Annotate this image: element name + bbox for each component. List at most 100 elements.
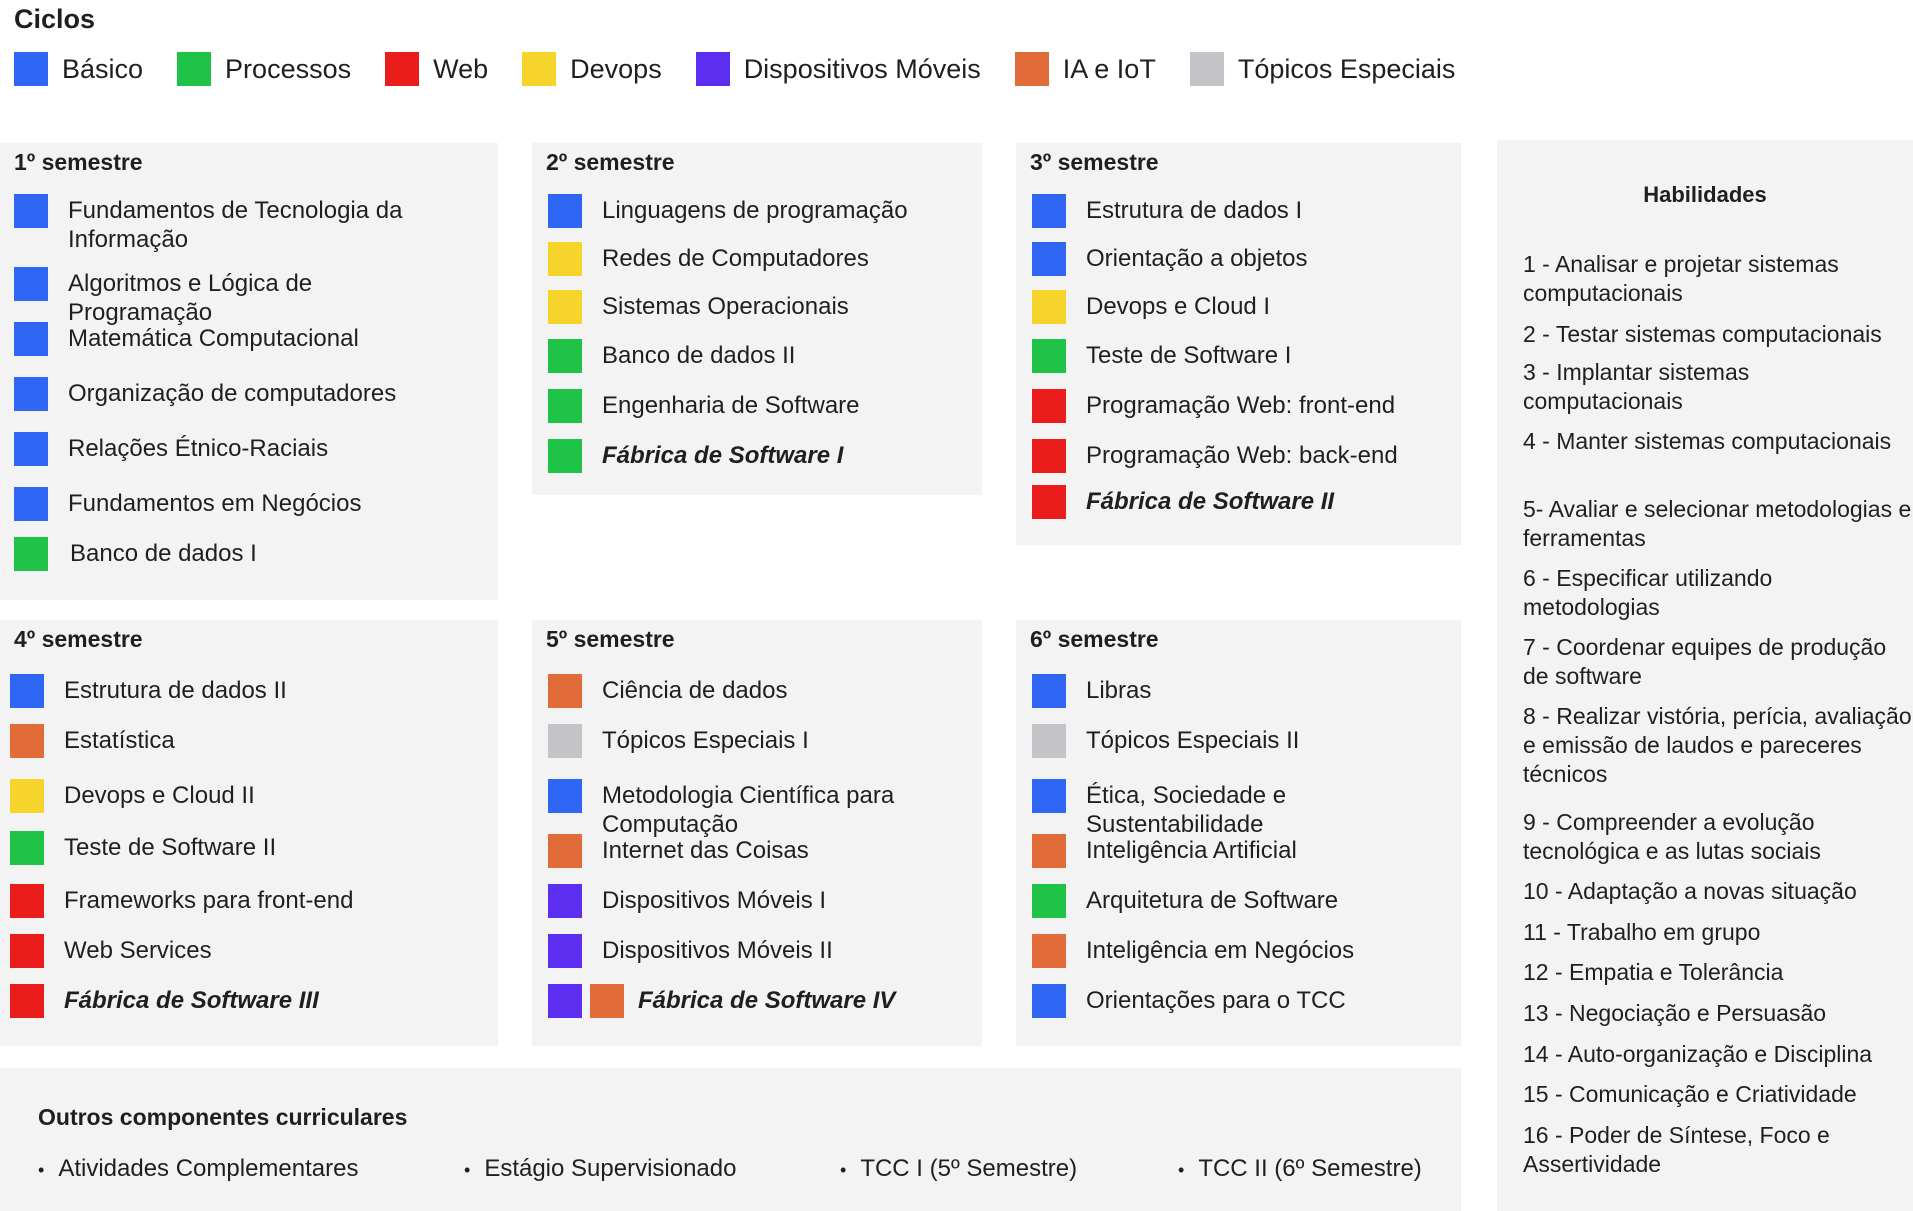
skill-item: 9 - Compreender a evolução tecnológica e…: [1523, 809, 1821, 864]
skill-item: 10 - Adaptação a novas situação: [1523, 878, 1857, 904]
legend-item: Dispositivos Móveis: [695, 52, 981, 86]
course-item: Engenharia de Software: [548, 389, 948, 423]
course-label: Metodologia Científica para Computação: [602, 782, 895, 838]
course-item: Inteligência em Negócios: [1032, 934, 1432, 968]
skill-item: 3 - Implantar sistemas computacionais: [1523, 359, 1750, 414]
legend-label: Web: [433, 53, 489, 84]
course-item: Fábrica de Software II: [1032, 485, 1432, 519]
bullet-icon: •: [38, 1160, 45, 1180]
cycle-color-swatch: [1032, 290, 1066, 324]
color-swatch: [522, 52, 557, 86]
course-item: Banco de dados I: [14, 537, 434, 571]
course-label: Dispositivos Móveis II: [602, 937, 833, 964]
skill-item: 13 - Negociação e Persuasão: [1523, 1000, 1827, 1026]
skill-item: 2 - Testar sistemas computacionais: [1523, 321, 1882, 347]
course-item: Metodologia Científica para Computação: [548, 779, 948, 839]
bullet-icon: •: [840, 1160, 847, 1180]
course-item: Internet das Coisas: [548, 834, 948, 868]
cycle-color-swatch: [1032, 884, 1066, 918]
other-component-label: TCC I (5º Semestre): [860, 1155, 1078, 1182]
course-label: Estrutura de dados I: [1086, 197, 1303, 224]
course-label: Arquitetura de Software: [1086, 887, 1339, 914]
other-component-label: TCC II (6º Semestre): [1198, 1155, 1422, 1182]
cycle-color-swatch: [10, 884, 44, 918]
cycle-color-swatch: [1032, 485, 1066, 519]
legend-item: Web: [385, 52, 488, 86]
course-label: Programação Web: front-end: [1086, 392, 1396, 419]
course-label: Fábrica de Software III: [64, 987, 319, 1014]
skill-item: 1 - Analisar e projetar sistemas computa…: [1523, 251, 1839, 306]
legend-item: Devops: [522, 52, 662, 86]
course-item: Teste de Software I: [1032, 339, 1432, 373]
skill-item: 15 - Comunicação e Criatividade: [1523, 1081, 1857, 1107]
course-label: Banco de dados I: [70, 540, 257, 567]
course-item: Ciência de dados: [548, 674, 948, 708]
course-label: Orientações para o TCC: [1086, 987, 1346, 1014]
cycle-color-swatch: [548, 934, 582, 968]
course-label: Inteligência em Negócios: [1086, 937, 1355, 964]
course-item: Redes de Computadores: [548, 242, 948, 276]
course-item: Fábrica de Software IV: [548, 984, 948, 1018]
course-label: Organização de computadores: [68, 380, 397, 407]
cycle-color-swatch: [14, 194, 48, 228]
other-component-item: • TCC I (5º Semestre): [840, 1155, 1077, 1183]
cycle-color-swatch: [10, 934, 44, 968]
legend-item: IA e IoT: [1014, 52, 1156, 86]
other-component-label: Atividades Complementares: [58, 1155, 359, 1182]
cycle-color-swatch: [1032, 242, 1066, 276]
color-swatch: [177, 52, 212, 86]
cycle-color-swatch: [14, 267, 48, 301]
course-label: Fábrica de Software II: [1086, 488, 1335, 515]
legend-label: Processos: [225, 53, 352, 84]
cycle-color-swatch: [548, 389, 582, 423]
course-label: Engenharia de Software: [602, 392, 860, 419]
course-item: Sistemas Operacionais: [548, 290, 948, 324]
cycle-color-swatch: [1032, 724, 1066, 758]
course-item: Programação Web: back-end: [1032, 439, 1432, 473]
legend-label: Básico: [62, 53, 144, 84]
legend: Básico Processos Web Devops Dispositivos Móv…: [14, 52, 1489, 86]
legend-item: Tópicos Especiais: [1189, 52, 1455, 86]
cycle-color-swatch: [548, 884, 582, 918]
cycle-color-swatch: [1032, 439, 1066, 473]
cycle-color-swatch: [548, 242, 582, 276]
course-item: Web Services: [10, 934, 470, 968]
course-label: Devops e Cloud II: [64, 782, 255, 809]
cycle-color-swatch: [10, 984, 44, 1018]
skill-item: 16 - Poder de Síntese, Foco e Assertivid…: [1523, 1122, 1830, 1177]
legend-title: Ciclos: [14, 4, 96, 34]
cycle-color-swatch: [14, 322, 48, 356]
skill-item: 4 - Manter sistemas computacionais: [1523, 428, 1892, 454]
cycle-color-swatch: [548, 439, 582, 473]
course-label: Inteligência Artificial: [1086, 837, 1297, 864]
course-item: Devops e Cloud I: [1032, 290, 1432, 324]
course-label: Redes de Computadores: [602, 245, 869, 272]
course-item: Fábrica de Software III: [10, 984, 470, 1018]
course-label: Libras: [1086, 677, 1152, 704]
course-label: Matemática Computacional: [68, 325, 359, 352]
other-component-item: • Estágio Supervisionado: [464, 1155, 736, 1183]
course-item: Estrutura de dados II: [10, 674, 470, 708]
cycle-color-swatch: [1032, 339, 1066, 373]
course-label: Dispositivos Móveis I: [602, 887, 827, 914]
color-swatch: [1189, 52, 1224, 86]
course-label: Devops e Cloud I: [1086, 293, 1271, 320]
cycle-color-swatch: [548, 779, 582, 813]
cycle-color-swatch: [1032, 934, 1066, 968]
course-label: Orientação a objetos: [1086, 245, 1308, 272]
course-label: Estrutura de dados II: [64, 677, 287, 704]
cycle-color-swatch: [1032, 779, 1066, 813]
bullet-icon: •: [464, 1160, 471, 1180]
semester-title: 3º semestre: [1030, 149, 1159, 175]
cycle-color-swatch: [14, 432, 48, 466]
course-label: Teste de Software II: [64, 834, 277, 861]
course-item: Algoritmos e Lógica de Programação: [14, 267, 434, 327]
skills-title: Habilidades: [1643, 182, 1767, 207]
semester-panel-6: 6º semestre Libras Tópicos Especiais II Éti…: [1016, 620, 1461, 1046]
legend-item: Básico: [14, 52, 143, 86]
course-item: Orientações para o TCC: [1032, 984, 1432, 1018]
course-label: Fábrica de Software I: [602, 442, 844, 469]
semester-title: 6º semestre: [1030, 626, 1159, 652]
course-label: Sistemas Operacionais: [602, 293, 849, 320]
cycle-color-swatch: [10, 779, 44, 813]
